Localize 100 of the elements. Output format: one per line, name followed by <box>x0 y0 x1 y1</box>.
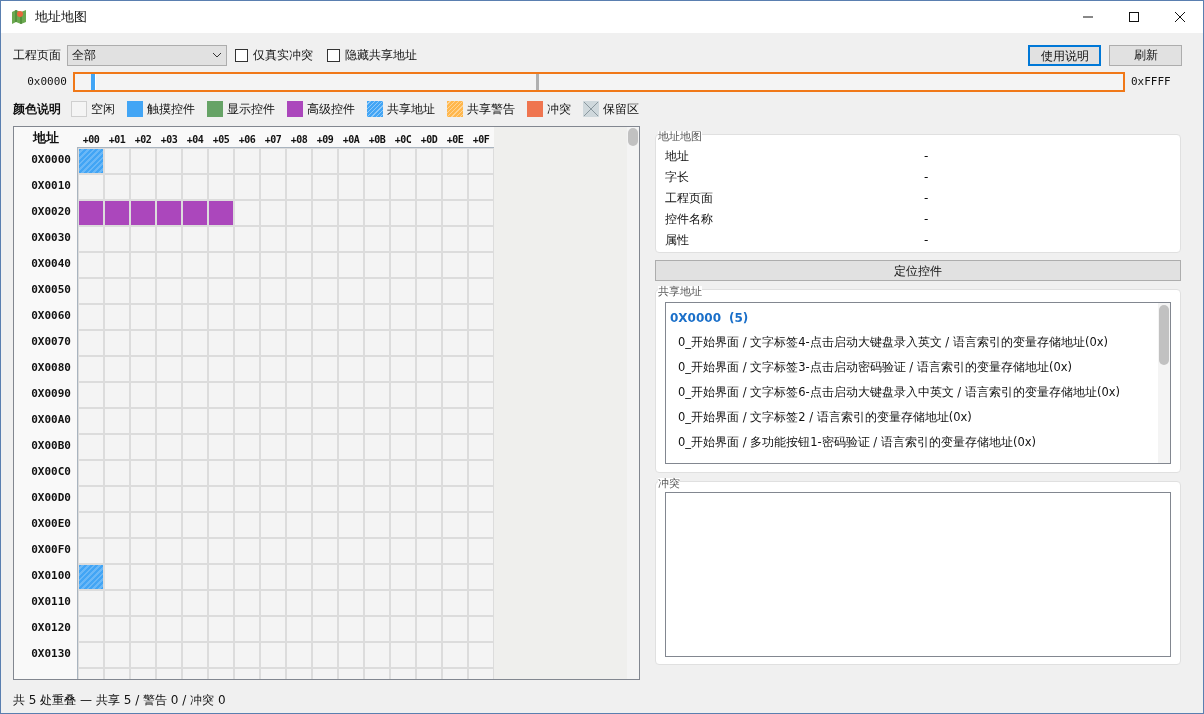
address-cell[interactable] <box>443 227 467 251</box>
address-cell[interactable] <box>443 487 467 511</box>
address-cell[interactable] <box>391 357 415 381</box>
address-cell[interactable] <box>469 227 493 251</box>
address-cell[interactable] <box>261 201 285 225</box>
address-cell[interactable] <box>417 331 441 355</box>
address-cell[interactable] <box>287 565 311 589</box>
address-cell[interactable] <box>131 643 155 667</box>
address-cell[interactable] <box>235 539 259 563</box>
address-cell[interactable] <box>183 435 207 459</box>
address-cell[interactable] <box>183 487 207 511</box>
address-cell[interactable] <box>235 149 259 173</box>
address-cell[interactable] <box>365 201 389 225</box>
address-cell[interactable] <box>157 175 181 199</box>
address-cell[interactable] <box>131 331 155 355</box>
address-cell[interactable] <box>365 331 389 355</box>
address-cell[interactable] <box>131 409 155 433</box>
address-cell[interactable] <box>235 253 259 277</box>
address-cell[interactable] <box>339 357 363 381</box>
address-cell[interactable] <box>131 305 155 329</box>
address-cell[interactable] <box>469 409 493 433</box>
address-cell[interactable] <box>183 591 207 615</box>
address-cell[interactable] <box>469 357 493 381</box>
address-cell[interactable] <box>443 201 467 225</box>
address-cell[interactable] <box>287 461 311 485</box>
address-cell[interactable] <box>287 357 311 381</box>
address-cell[interactable] <box>131 539 155 563</box>
address-cell[interactable] <box>417 513 441 537</box>
address-cell[interactable] <box>157 253 181 277</box>
address-cell[interactable] <box>79 461 103 485</box>
address-cell[interactable] <box>339 175 363 199</box>
address-cell[interactable] <box>443 591 467 615</box>
address-cell[interactable] <box>443 253 467 277</box>
address-cell[interactable] <box>131 357 155 381</box>
address-cell[interactable] <box>209 227 233 251</box>
address-cell[interactable] <box>443 643 467 667</box>
address-cell[interactable] <box>105 565 129 589</box>
address-cell[interactable] <box>105 591 129 615</box>
address-cell[interactable] <box>235 357 259 381</box>
address-cell[interactable] <box>417 617 441 641</box>
address-cell[interactable] <box>183 305 207 329</box>
address-cell[interactable] <box>417 305 441 329</box>
address-cell[interactable] <box>261 227 285 251</box>
address-cell[interactable] <box>469 253 493 277</box>
address-cell[interactable] <box>417 409 441 433</box>
address-cell[interactable] <box>443 357 467 381</box>
address-cell[interactable] <box>365 435 389 459</box>
address-cell[interactable] <box>313 357 337 381</box>
address-cell[interactable] <box>235 565 259 589</box>
address-cell[interactable] <box>339 149 363 173</box>
address-cell[interactable] <box>443 409 467 433</box>
address-cell[interactable] <box>131 565 155 589</box>
address-cell[interactable] <box>365 383 389 407</box>
address-cell[interactable] <box>131 149 155 173</box>
address-cell[interactable] <box>287 253 311 277</box>
address-cell[interactable] <box>105 539 129 563</box>
address-cell[interactable] <box>365 591 389 615</box>
address-cell[interactable] <box>157 409 181 433</box>
address-cell[interactable] <box>365 513 389 537</box>
address-cell[interactable] <box>365 175 389 199</box>
address-cell[interactable] <box>79 539 103 563</box>
address-cell[interactable] <box>469 461 493 485</box>
address-cell[interactable] <box>391 487 415 511</box>
address-cell[interactable] <box>157 279 181 303</box>
address-cell[interactable] <box>157 383 181 407</box>
address-cell[interactable] <box>313 565 337 589</box>
address-cell[interactable] <box>469 669 493 679</box>
address-cell[interactable] <box>235 669 259 679</box>
address-cell[interactable] <box>209 253 233 277</box>
address-cell[interactable] <box>469 279 493 303</box>
address-cell[interactable] <box>417 227 441 251</box>
address-cell[interactable] <box>391 227 415 251</box>
shared-entry[interactable]: 0_开始界面 / 文字标签3-点击启动密码验证 / 语言索引的变量存储地址(0x) <box>670 355 1158 380</box>
address-cell[interactable] <box>287 591 311 615</box>
address-cell[interactable] <box>157 331 181 355</box>
address-cell[interactable] <box>209 331 233 355</box>
address-cell[interactable] <box>79 149 103 173</box>
address-cell[interactable] <box>391 591 415 615</box>
address-cell[interactable] <box>209 149 233 173</box>
address-cell[interactable] <box>287 643 311 667</box>
address-cell[interactable] <box>79 565 103 589</box>
address-cell[interactable] <box>79 383 103 407</box>
address-cell[interactable] <box>131 591 155 615</box>
address-cell[interactable] <box>469 643 493 667</box>
address-cell[interactable] <box>313 331 337 355</box>
address-cell[interactable] <box>105 435 129 459</box>
address-cell[interactable] <box>417 539 441 563</box>
address-cell[interactable] <box>235 279 259 303</box>
address-cell[interactable] <box>391 461 415 485</box>
address-cell[interactable] <box>235 331 259 355</box>
address-cell[interactable] <box>261 539 285 563</box>
address-cell[interactable] <box>313 591 337 615</box>
address-cell[interactable] <box>469 617 493 641</box>
address-cell[interactable] <box>183 201 207 225</box>
address-cell[interactable] <box>443 617 467 641</box>
address-cell[interactable] <box>417 175 441 199</box>
address-cell[interactable] <box>209 513 233 537</box>
address-cell[interactable] <box>469 149 493 173</box>
address-cell[interactable] <box>235 383 259 407</box>
address-cell[interactable] <box>313 175 337 199</box>
